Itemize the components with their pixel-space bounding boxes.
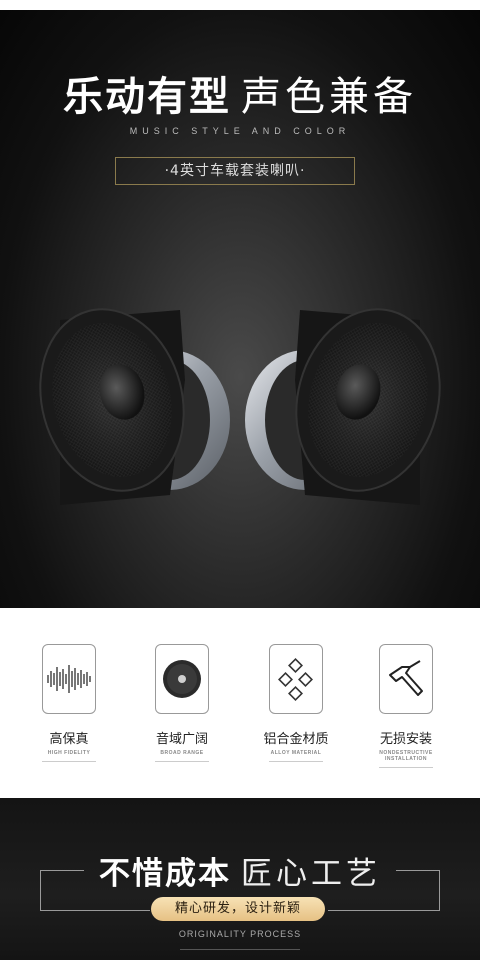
left-speaker (39, 308, 230, 505)
product-label: ·4英寸车载套装喇叭· (115, 157, 355, 185)
feature-sub: HIGH FIDELITY (47, 750, 91, 756)
feature-rule (379, 767, 433, 768)
feature-nondestructive-installation: 无损安装 NONDESTRUCTIVE INSTALLATION (361, 644, 451, 768)
top-margin (0, 0, 480, 10)
feature-label: 无损安装 (379, 732, 432, 747)
waveform-icon (42, 644, 96, 714)
feature-high-fidelity: 高保真 HIGH FIDELITY (24, 644, 114, 762)
craft-title: 不惜成本 匠心工艺 (0, 848, 480, 893)
hero-banner: 乐动有型 声色兼备 MUSIC STYLE AND COLOR ·4英寸车载套装喇… (0, 0, 480, 608)
feature-broad-range: 音域广阔 BROAD RANGE (137, 644, 227, 762)
hero-title-bold: 乐动有型 (63, 74, 231, 120)
bottom-rule (180, 949, 300, 950)
feature-strip: 高保真 HIGH FIDELITY 音域广阔 BROAD RANGE 铝合金材质… (0, 608, 480, 798)
hero-title: 乐动有型 声色兼备 (0, 64, 480, 122)
craft-title-light: 匠心工艺 (241, 856, 381, 892)
feature-sub: ALLOY MATERIAL (270, 750, 322, 756)
hammer-icon (379, 644, 433, 714)
feature-label: 铝合金材质 (263, 732, 329, 747)
hero-title-light: 声色兼备 (241, 74, 417, 120)
craft-pill: 精心研发，设计新颖 (151, 897, 325, 921)
feature-rule (269, 761, 323, 762)
feature-alloy-material: 铝合金材质 ALLOY MATERIAL (251, 644, 341, 762)
hero-subtitle: MUSIC STYLE AND COLOR (129, 126, 351, 136)
feature-rule (42, 761, 96, 762)
speaker-pair-image (39, 308, 441, 505)
frame-line-bottom-left (40, 910, 150, 911)
craft-banner: 不惜成本 匠心工艺 精心研发，设计新颖 ORIGINALITY PROCESS (0, 798, 480, 960)
feature-label: 高保真 (49, 732, 89, 747)
frame-line-bottom-right (328, 910, 440, 911)
feature-sub: NONDESTRUCTIVE INSTALLATION (379, 750, 433, 762)
diamond-grid-icon (269, 644, 323, 714)
feature-rule (155, 761, 209, 762)
feature-label: 音域广阔 (155, 732, 208, 747)
speaker-circle-icon (155, 644, 209, 714)
right-speaker (245, 308, 441, 505)
feature-sub: BROAD RANGE (160, 750, 204, 756)
craft-title-bold: 不惜成本 (99, 856, 231, 892)
craft-subtitle: ORIGINALITY PROCESS (178, 929, 302, 939)
